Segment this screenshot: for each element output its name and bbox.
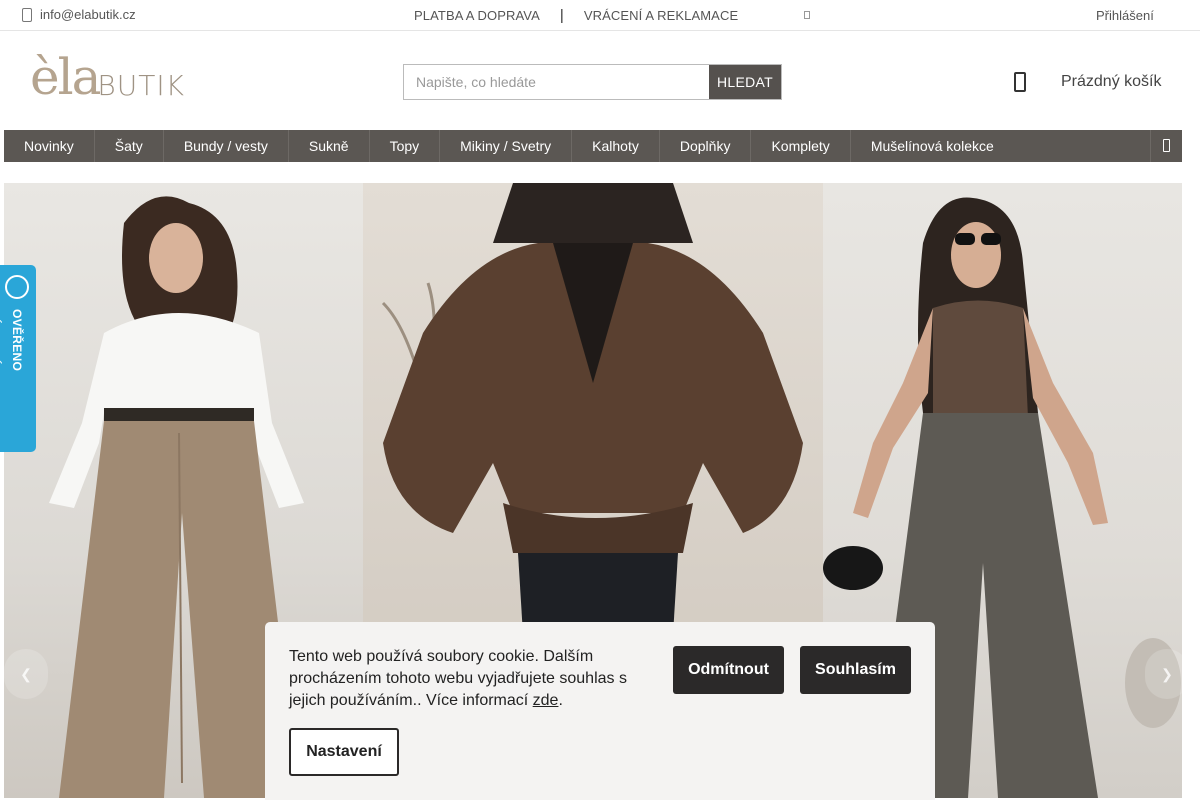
link-payment-shipping[interactable]: PLATBA A DOPRAVA: [414, 8, 540, 23]
search-button[interactable]: HLEDAT: [709, 65, 781, 99]
cookie-settings-button[interactable]: Nastavení: [289, 728, 399, 776]
logo-ela: èla: [30, 48, 101, 106]
link-returns-complaints[interactable]: VRÁCENÍ A REKLAMACE: [584, 8, 738, 23]
verified-badge-text: OVĚŘENO ZÁKAZNÍKY: [0, 309, 24, 382]
menu-icon: [1163, 139, 1170, 152]
nav-item-sukne[interactable]: Sukně: [289, 130, 370, 162]
cookie-message: Tento web používá soubory cookie. Dalším…: [289, 646, 649, 712]
contact-email-text[interactable]: info@elabutik.cz: [40, 7, 136, 22]
nav-item-saty[interactable]: Šaty: [95, 130, 164, 162]
chevron-right-icon: ❯: [1161, 666, 1173, 682]
cookie-more-info-link[interactable]: zde: [533, 692, 559, 709]
site-logo[interactable]: èla BUTIK: [30, 48, 185, 106]
login-link[interactable]: Přihlášení: [1096, 8, 1154, 23]
logo-butik: BUTIK: [97, 69, 185, 102]
nav-item-novinky[interactable]: Novinky: [4, 130, 95, 162]
site-header: èla BUTIK HLEDAT Prázdný košík: [0, 31, 1200, 130]
nav-item-topy[interactable]: Topy: [370, 130, 441, 162]
cookie-decline-button[interactable]: Odmítnout: [673, 646, 784, 694]
menu-button[interactable]: [1150, 130, 1182, 162]
cart-icon[interactable]: [1014, 72, 1026, 92]
nav-item-mikiny-svetry[interactable]: Mikiny / Svetry: [440, 130, 573, 162]
more-icon[interactable]: [804, 11, 810, 19]
cookie-message-text: Tento web používá soubory cookie. Dalším…: [289, 648, 627, 709]
main-navigation: Novinky Šaty Bundy / vesty Sukně Topy Mi…: [4, 130, 1182, 162]
nav-item-muselinova-kolekce[interactable]: Mušelínová kolekce: [851, 130, 1014, 162]
nav-item-komplety[interactable]: Komplety: [751, 130, 851, 162]
nav-item-doplnky[interactable]: Doplňky: [660, 130, 752, 162]
top-links: PLATBA A DOPRAVA | VRÁCENÍ A REKLAMACE: [414, 6, 738, 24]
carousel-prev-button[interactable]: ❮: [4, 649, 48, 699]
cookie-accept-button[interactable]: Souhlasím: [800, 646, 911, 694]
cookie-banner: Tento web používá soubory cookie. Dalším…: [265, 622, 935, 800]
nav-item-kalhoty[interactable]: Kalhoty: [572, 130, 660, 162]
search-input[interactable]: [404, 65, 709, 99]
chevron-left-icon: ❮: [20, 666, 32, 682]
cart-label[interactable]: Prázdný košík: [1061, 73, 1161, 91]
verified-by-customers-badge[interactable]: OVĚŘENO ZÁKAZNÍKY: [0, 265, 36, 452]
nav-item-bundy-vesty[interactable]: Bundy / vesty: [164, 130, 289, 162]
search-form: HLEDAT: [403, 64, 782, 100]
contact-email[interactable]: info@elabutik.cz: [22, 7, 136, 22]
link-separator: |: [559, 6, 564, 24]
carousel-next-button[interactable]: ❯: [1145, 649, 1182, 699]
top-bar: info@elabutik.cz PLATBA A DOPRAVA | VRÁC…: [0, 0, 1200, 31]
verified-seal-icon: [5, 275, 29, 299]
phone-icon: [22, 7, 32, 22]
cookie-period: .: [558, 692, 563, 709]
